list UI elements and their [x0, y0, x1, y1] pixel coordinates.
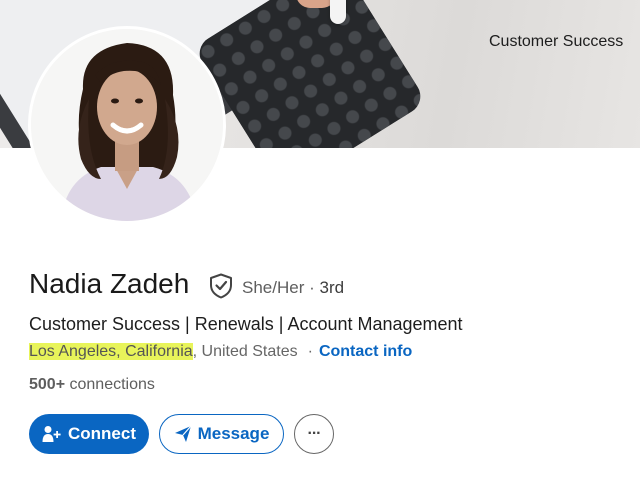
location-country: , United States — [192, 343, 298, 360]
profile-headline: Customer Success | Renewals | Account Ma… — [29, 314, 463, 334]
verification-shield-icon[interactable] — [209, 273, 233, 299]
message-label: Message — [197, 424, 270, 443]
connections-count[interactable]: 500+ connections — [29, 376, 155, 394]
more-actions-button[interactable]: ··· — [294, 414, 334, 454]
pronouns-degree: She/Her · 3rd — [242, 278, 344, 298]
connections-label: connections — [69, 376, 155, 393]
profile-name: Nadia Zadeh — [29, 268, 190, 299]
avatar[interactable] — [28, 26, 226, 224]
separator-dot: · — [309, 278, 315, 297]
connections-number: 500+ — [29, 376, 66, 393]
send-icon — [174, 425, 192, 443]
banner-text: Customer Success — [489, 33, 624, 50]
pronouns: She/Her — [242, 278, 305, 297]
profile-location: Los Angeles, California, United States · C… — [29, 343, 412, 361]
contact-info-link[interactable]: Contact info — [319, 343, 412, 360]
location-separator: · — [307, 343, 313, 360]
message-button[interactable]: Message — [159, 414, 284, 454]
connect-button[interactable]: Connect — [29, 414, 149, 454]
location-city-highlighted: Los Angeles, California — [29, 343, 193, 360]
add-person-icon — [42, 425, 62, 443]
connection-degree: 3rd — [319, 278, 345, 297]
avatar-photo — [31, 29, 223, 221]
ellipsis-icon: ··· — [307, 425, 322, 442]
connect-label: Connect — [68, 424, 136, 443]
